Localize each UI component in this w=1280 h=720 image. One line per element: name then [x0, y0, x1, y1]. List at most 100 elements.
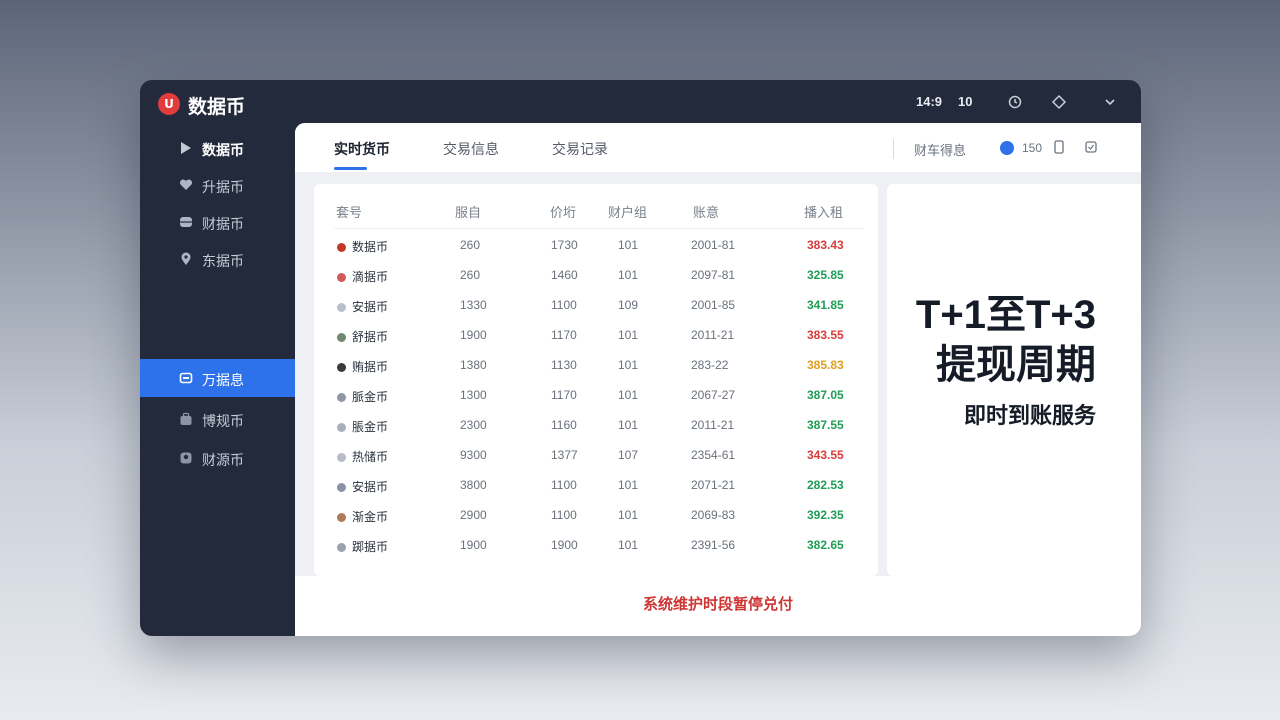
cell-c3: 109 — [618, 298, 639, 312]
table-row[interactable]: 安据币 3800 1100 101 2071-21 282.53 — [314, 471, 878, 501]
refresh-icon[interactable] — [1004, 91, 1026, 113]
clock-time: 14:9 — [916, 94, 943, 109]
cell-c1: 1300 — [460, 388, 487, 402]
table-row[interactable]: 滴据币 260 1460 101 2097-81 325.85 — [314, 261, 878, 291]
sidebar-item-label: 东据币 — [202, 253, 244, 269]
cell-value: 325.85 — [807, 268, 844, 282]
coin-name: 滴据币 — [352, 270, 389, 284]
coin-name: 脈金币 — [352, 390, 389, 404]
cell-c4: 2011-21 — [691, 328, 735, 342]
table-row[interactable]: 渐金币 2900 1100 101 2069-83 392.35 — [314, 501, 878, 531]
cell-c3: 101 — [618, 358, 639, 372]
chevron-down-icon[interactable] — [1099, 91, 1121, 113]
cell-c3: 101 — [618, 328, 639, 342]
table-row[interactable]: 热储币 9300 1377 107 2354-61 343.55 — [314, 441, 878, 471]
cell-c1: 1330 — [460, 298, 487, 312]
cell-value: 282.53 — [807, 478, 844, 492]
play-icon — [178, 140, 194, 156]
table-row[interactable]: 数据币 260 1730 101 2001-81 383.43 — [314, 231, 878, 261]
table-row[interactable]: 舒据币 1900 1170 101 2011-21 383.55 — [314, 321, 878, 351]
coin-name: 踯据币 — [352, 540, 389, 554]
cell-c4: 2067-27 — [691, 388, 736, 402]
promo-tagline: 即时到账服务 — [963, 403, 1096, 428]
coin-icon — [337, 423, 346, 432]
cell-c2: 1900 — [551, 538, 578, 552]
sidebar-item-label: 博规币 — [202, 413, 244, 429]
heart-icon — [178, 177, 194, 193]
coin-name: 数据币 — [352, 240, 389, 254]
cell-c2: 1160 — [551, 418, 577, 432]
location-pin-icon — [178, 251, 194, 267]
cell-c2: 1377 — [551, 448, 578, 462]
cell-c4: 2071-21 — [691, 478, 736, 492]
table-row[interactable]: 贿据币 1380 1130 101 283-22 385.83 — [314, 351, 878, 381]
toolbar-label[interactable]: 财车得息 — [914, 140, 966, 159]
cell-c4: 283-22 — [691, 358, 729, 372]
cell-c2: 1170 — [551, 388, 577, 402]
cell-c1: 3800 — [460, 478, 487, 492]
toolbar-divider — [893, 139, 894, 159]
table-header: 价垳 — [550, 205, 577, 220]
table-header: 播入租 — [804, 205, 844, 220]
table-row[interactable]: 脈金币 1300 1170 101 2067-27 387.05 — [314, 381, 878, 411]
sidebar-item-label: 财据币 — [202, 216, 244, 232]
bag-icon — [178, 411, 194, 427]
coin-icon — [337, 393, 346, 402]
coin-icon — [337, 513, 346, 522]
table-row[interactable]: 安据币 1330 1100 109 2001-85 341.85 — [314, 291, 878, 321]
coin-icon — [337, 483, 346, 492]
cell-c4: 2354-61 — [691, 448, 736, 462]
tab-trade-info[interactable]: 交易信息 — [443, 139, 499, 159]
cell-c3: 101 — [618, 508, 639, 522]
cell-c4: 2069-83 — [691, 508, 736, 522]
sidebar-item-label: 万据息 — [202, 372, 244, 388]
cell-c3: 101 — [618, 238, 639, 252]
document-icon[interactable] — [1083, 139, 1099, 155]
cell-value: 383.55 — [807, 328, 844, 342]
table-row[interactable]: 踯据币 1900 1900 101 2391-56 382.65 — [314, 531, 878, 561]
cell-value: 383.43 — [807, 238, 844, 252]
coin-icon — [337, 273, 346, 282]
phone-icon[interactable] — [1051, 139, 1067, 155]
sidebar-item-1[interactable]: 升据币 — [140, 166, 295, 204]
sidebar-item-4[interactable]: 万据息 — [140, 359, 295, 397]
sidebar-item-label: 数据币 — [202, 142, 244, 158]
sidebar-item-6[interactable]: 财源币 — [140, 439, 295, 477]
tab-bar: 实时货币 交易信息 交易记录 财车得息 150 — [295, 123, 1141, 172]
cell-value: 385.83 — [807, 358, 844, 372]
cell-c4: 2001-85 — [691, 298, 736, 312]
cell-c1: 1380 — [460, 358, 487, 372]
currency-table: 套号 服自 价垳 财户组 账意 播入租 数据币 260 1730 101 2001-81… — [314, 184, 878, 576]
table-header: 账意 — [693, 205, 720, 220]
cell-c3: 101 — [618, 538, 639, 552]
cell-c3: 101 — [618, 268, 639, 282]
sidebar-item-3[interactable]: 东据币 — [140, 240, 295, 278]
cell-c1: 2300 — [460, 418, 487, 432]
status-dot-icon — [1000, 141, 1014, 155]
sidebar-item-label: 升据币 — [202, 179, 244, 195]
cell-c3: 107 — [618, 448, 639, 462]
coin-icon — [337, 453, 346, 462]
coin-name: 舒据币 — [352, 330, 389, 344]
footer-bar: 系统维护时段暂停兑付 — [295, 576, 1141, 636]
cell-c2: 1130 — [551, 358, 577, 372]
tab-realtime[interactable]: 实时货币 — [334, 139, 390, 159]
toolbar-count: 150 — [1022, 141, 1043, 155]
main-panel: 实时货币 交易信息 交易记录 财车得息 150 套号 服自 价垳 财户组 账意 … — [295, 123, 1141, 636]
database-icon — [178, 214, 194, 230]
coin-name: 安据币 — [352, 300, 389, 314]
cell-c3: 101 — [618, 388, 639, 402]
sidebar-item-2[interactable]: 财据币 — [140, 203, 295, 241]
cell-c2: 1460 — [551, 268, 578, 282]
cell-c1: 260 — [460, 238, 481, 252]
sidebar-item-5[interactable]: 博规币 — [140, 400, 295, 438]
tab-trade-records[interactable]: 交易记录 — [552, 139, 608, 159]
cell-c4: 2391-56 — [691, 538, 736, 552]
coin-name: 热储币 — [352, 450, 389, 464]
table-row[interactable]: 脹金币 2300 1160 101 2011-21 387.55 — [314, 411, 878, 441]
coin-name: 安据币 — [352, 480, 389, 494]
cell-c3: 101 — [618, 418, 639, 432]
diamond-icon[interactable] — [1048, 91, 1070, 113]
sidebar-item-0[interactable]: 数据币 — [140, 129, 295, 167]
coin-icon — [337, 303, 346, 312]
